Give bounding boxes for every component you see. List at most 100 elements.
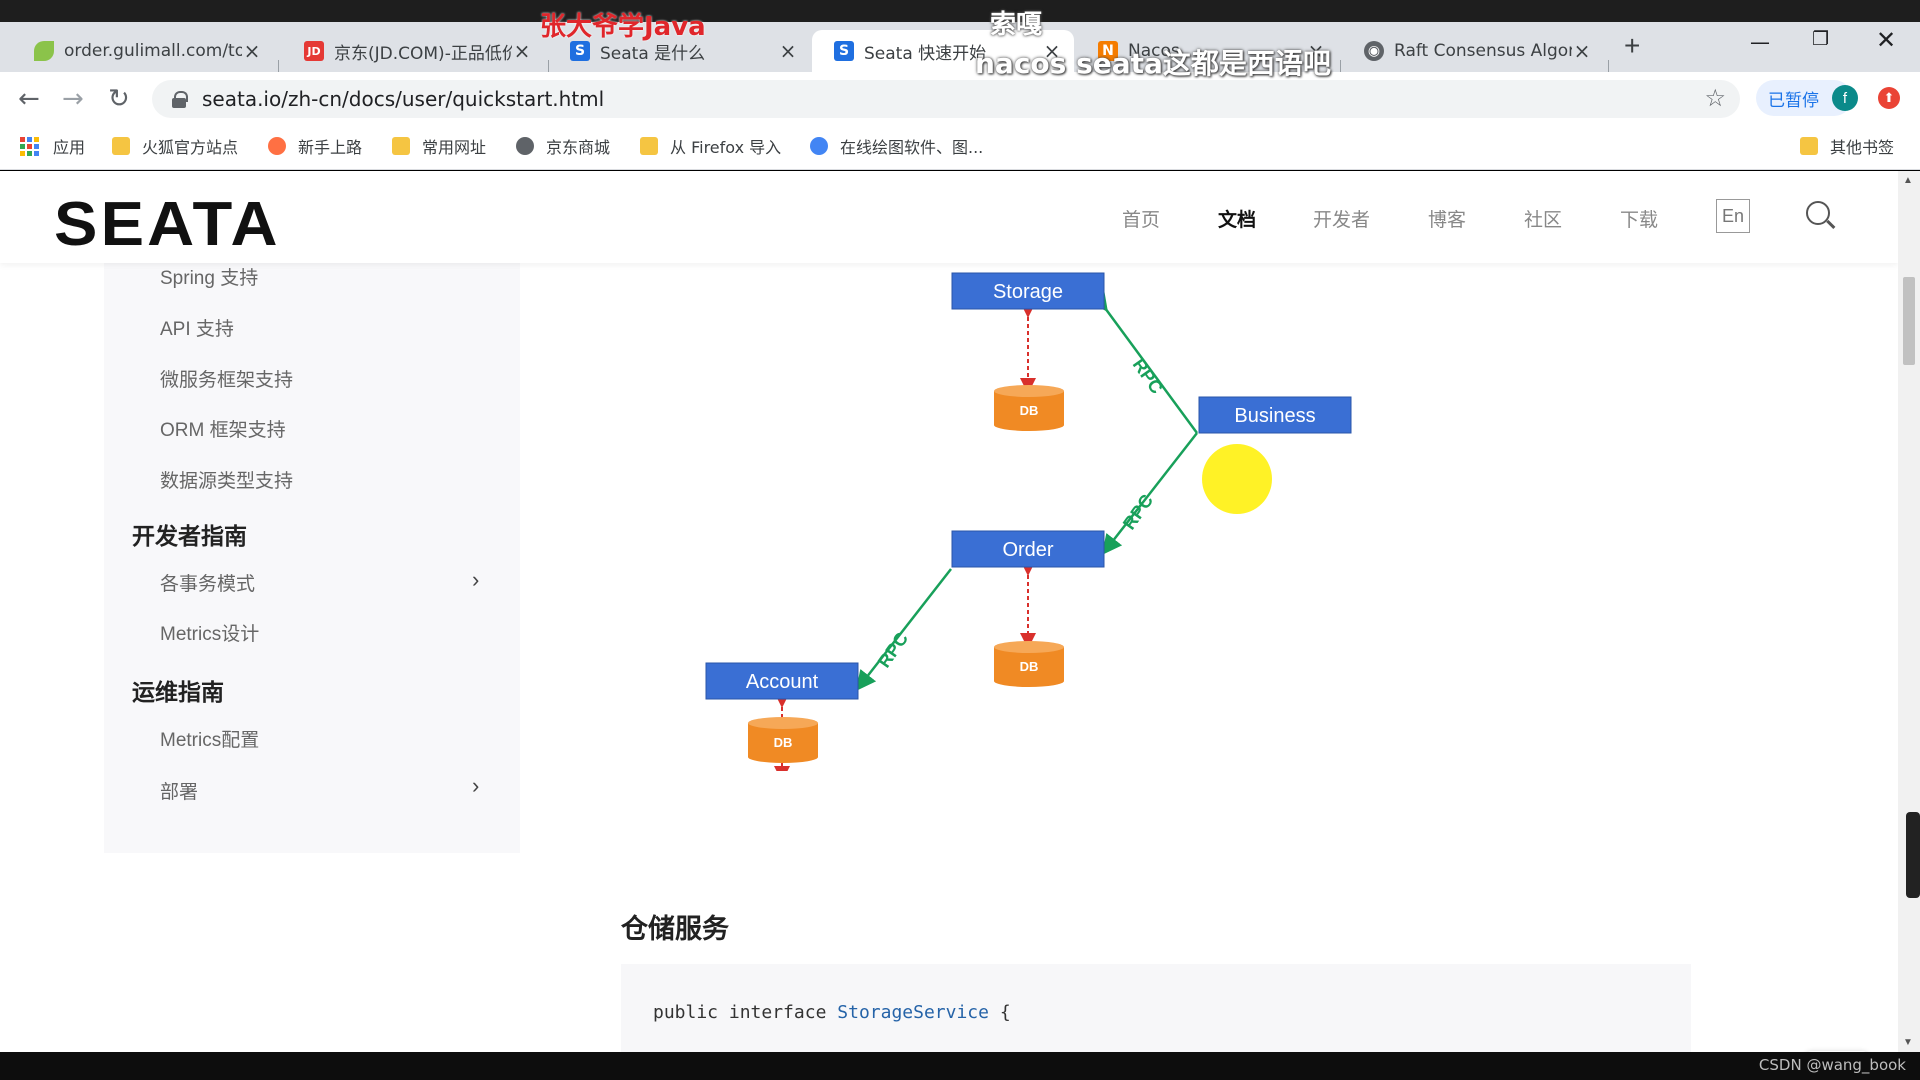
bookmark-jd-mall[interactable]: 京东商城	[516, 134, 610, 158]
sidebar-item-orm[interactable]: ORM 框架支持	[160, 415, 286, 442]
star-icon[interactable]: ☆	[1704, 84, 1726, 113]
bookmark-label: 常用网址	[422, 138, 487, 157]
tab-title: 京东(JD.COM)-正品低价	[334, 43, 512, 64]
rpc-label: RPC	[874, 629, 912, 672]
section-title-storage-service: 仓储服务	[621, 914, 729, 944]
nav-docs[interactable]: 文档	[1218, 205, 1256, 232]
jd-icon: JD	[304, 41, 324, 61]
bookmark-getting-started[interactable]: 新手上路	[268, 134, 362, 158]
logo-text: SEATA	[54, 190, 281, 259]
browser-toolbar: ← → ↻ seata.io/zh-cn/docs/user/quickstar…	[0, 72, 1920, 126]
video-bottom-bar	[0, 1052, 1920, 1080]
url-text[interactable]: seata.io/zh-cn/docs/user/quickstart.html	[202, 87, 604, 111]
nav-blog[interactable]: 博客	[1428, 205, 1466, 232]
floating-player-button[interactable]	[1804, 1051, 1870, 1052]
rpc-edge-account	[855, 568, 952, 691]
page-content: SEATA 首页 文档 开发者 博客 社区 下载 En Spring 支持 AP…	[0, 171, 1898, 1052]
db-storage: DB	[994, 385, 1064, 431]
profile-avatar[interactable]: f	[1832, 85, 1858, 111]
seata-icon: S	[570, 41, 590, 61]
folder-icon	[392, 137, 410, 155]
db-order: DB	[994, 641, 1064, 687]
node-label: Account	[746, 671, 819, 693]
rpc-edge-order	[1101, 432, 1198, 555]
sidebar-heading-dev-guide: 开发者指南	[132, 523, 247, 549]
forward-icon[interactable]: →	[62, 84, 84, 114]
bookmark-firefox-official[interactable]: 火狐官方站点	[112, 134, 238, 158]
restore-icon[interactable]: ❐	[1812, 28, 1829, 50]
apps-icon	[20, 136, 39, 156]
close-icon[interactable]: ×	[242, 39, 262, 63]
nav-download[interactable]: 下载	[1620, 205, 1658, 232]
code-block: public interface StorageService {	[621, 964, 1691, 1052]
tab-order-gulimall[interactable]: order.gulimall.com/to ×	[12, 30, 274, 72]
back-icon[interactable]: ←	[18, 84, 40, 114]
bookmarks-bar: 应用 火狐官方站点 新手上路 常用网址 京东商城 从 Firefox 导入 在线…	[0, 126, 1920, 170]
bookmark-label: 其他书签	[1830, 138, 1895, 157]
close-icon[interactable]: ×	[512, 39, 532, 63]
bookmark-apps[interactable]: 应用	[20, 134, 85, 158]
db-account: DB	[748, 717, 818, 763]
extension-icon[interactable]: ⬆	[1878, 87, 1900, 109]
csdn-watermark: CSDN @wang_book	[1758, 1056, 1906, 1074]
address-bar[interactable]: seata.io/zh-cn/docs/user/quickstart.html…	[152, 80, 1740, 118]
sidebar-heading-ops-guide: 运维指南	[132, 679, 224, 705]
sidebar-item-api[interactable]: API 支持	[160, 314, 234, 341]
seata-logo[interactable]: SEATA	[54, 189, 281, 260]
db-label: DB	[1020, 403, 1039, 418]
node-business: Business	[1198, 396, 1352, 434]
db-label: DB	[1020, 659, 1039, 674]
language-switch-button[interactable]: En	[1716, 199, 1750, 233]
rpc-label: RPC	[1129, 355, 1167, 398]
db-label: DB	[774, 735, 793, 750]
bookmark-firefox-import[interactable]: 从 Firefox 导入	[640, 134, 781, 158]
watermark-text: 张大爷学Java	[540, 12, 706, 42]
folder-icon	[640, 137, 658, 155]
close-icon[interactable]: ×	[778, 39, 798, 63]
bookmark-other[interactable]: 其他书签	[1800, 134, 1894, 158]
sidebar-item-tx-modes[interactable]: 各事务模式	[160, 569, 255, 596]
seata-icon: S	[834, 41, 854, 61]
bookmark-label: 新手上路	[298, 138, 363, 157]
node-label: Order	[1002, 539, 1053, 561]
bookmark-label: 从 Firefox 导入	[670, 138, 782, 157]
code-brace: {	[999, 1002, 1011, 1023]
nav-community[interactable]: 社区	[1524, 205, 1562, 232]
chevron-right-icon[interactable]: ›	[472, 567, 479, 593]
docs-sidebar: Spring 支持 API 支持 微服务框架支持 ORM 框架支持 数据源类型支…	[104, 263, 520, 853]
sidebar-item-deploy[interactable]: 部署	[160, 777, 198, 804]
page-scrollbar[interactable]: ▲ ▼	[1898, 171, 1920, 1052]
sidebar-item-spring[interactable]: Spring 支持	[160, 263, 258, 290]
close-window-icon[interactable]: ✕	[1876, 26, 1896, 54]
subtitle-text: nacos seata这都是西语吧	[975, 47, 1331, 80]
bookmark-online-drawing[interactable]: 在线绘图软件、图...	[810, 134, 983, 158]
sidebar-item-metrics-design[interactable]: Metrics设计	[160, 619, 259, 646]
sidebar-item-metrics-config[interactable]: Metrics配置	[160, 725, 259, 752]
mouse-highlight	[1202, 444, 1272, 514]
caption-top: 索嘎	[990, 10, 1043, 40]
scroll-down-icon[interactable]: ▼	[1903, 1037, 1913, 1048]
new-tab-button[interactable]: +	[1624, 30, 1640, 62]
globe-icon	[516, 137, 534, 155]
close-icon[interactable]: ×	[1572, 39, 1592, 63]
globe-icon: ◉	[1364, 41, 1384, 61]
bookmark-label: 应用	[53, 138, 86, 157]
scroll-thumb[interactable]	[1903, 277, 1915, 365]
bookmark-label: 京东商城	[546, 138, 611, 157]
reload-icon[interactable]: ↻	[108, 84, 130, 114]
code-keyword: interface	[728, 1002, 827, 1023]
bookmark-common-sites[interactable]: 常用网址	[392, 134, 486, 158]
minimize-icon[interactable]: —	[1750, 30, 1770, 54]
nav-home[interactable]: 首页	[1122, 205, 1160, 232]
lock-icon	[172, 91, 188, 108]
scroll-up-icon[interactable]: ▲	[1903, 175, 1913, 186]
code-keyword: public	[653, 1002, 719, 1023]
chevron-right-icon[interactable]: ›	[472, 773, 479, 799]
tab-raft[interactable]: ◉ Raft Consensus Algor ×	[1342, 30, 1604, 72]
tab-jd[interactable]: JD 京东(JD.COM)-正品低价 ×	[282, 30, 544, 72]
search-icon[interactable]	[1806, 201, 1830, 225]
folder-icon	[112, 137, 130, 155]
nav-developers[interactable]: 开发者	[1313, 205, 1370, 232]
sidebar-item-datasource[interactable]: 数据源类型支持	[160, 466, 293, 493]
sidebar-item-microservice[interactable]: 微服务框架支持	[160, 365, 293, 392]
